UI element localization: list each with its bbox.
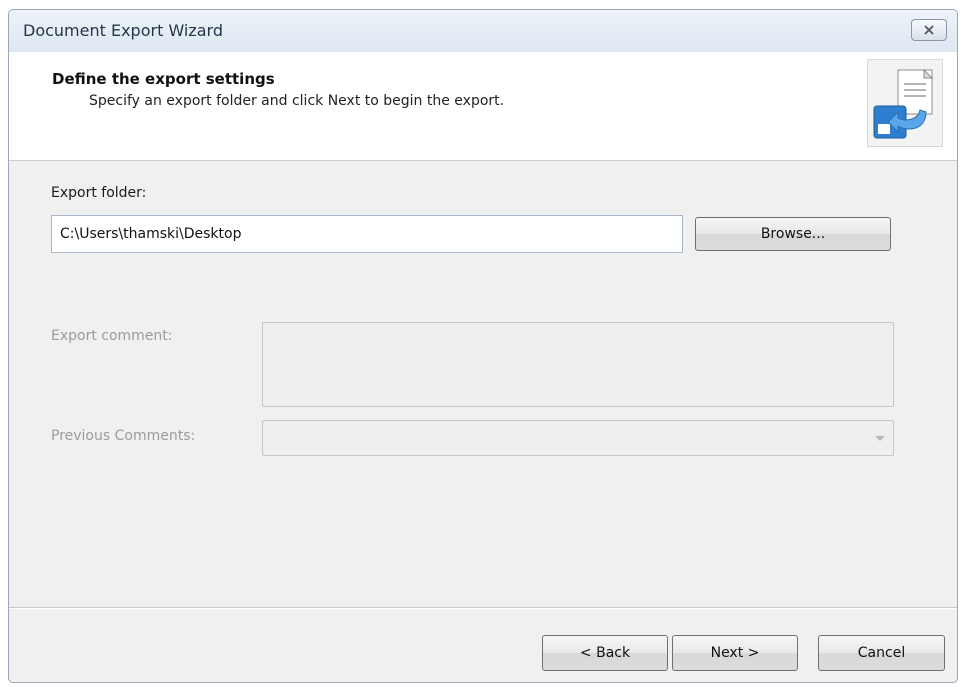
close-icon [924, 25, 934, 35]
previous-comments-label: Previous Comments: [51, 428, 196, 444]
export-folder-input[interactable]: C:\Users\thamski\Desktop [51, 215, 683, 253]
export-wizard-dialog: Document Export Wizard Define the export… [8, 9, 958, 683]
close-button[interactable] [911, 19, 947, 41]
export-folder-label: Export folder: [51, 185, 147, 201]
back-button[interactable]: < Back [542, 635, 668, 671]
export-document-icon [867, 59, 943, 147]
export-folder-value: C:\Users\thamski\Desktop [60, 226, 242, 242]
export-comment-textarea[interactable] [262, 322, 894, 407]
header-subtitle: Specify an export folder and click Next … [89, 93, 505, 109]
window-title: Document Export Wizard [23, 21, 224, 40]
previous-comments-dropdown[interactable] [262, 420, 894, 456]
header-title: Define the export settings [52, 70, 275, 88]
browse-button[interactable]: Browse... [695, 217, 891, 251]
chevron-down-icon [875, 436, 885, 441]
title-bar[interactable]: Document Export Wizard [9, 10, 957, 53]
wizard-header: Define the export settings Specify an ex… [9, 52, 957, 161]
export-comment-label: Export comment: [51, 328, 173, 344]
next-button[interactable]: Next > [672, 635, 798, 671]
footer-divider [9, 607, 957, 609]
cancel-button[interactable]: Cancel [818, 635, 945, 671]
